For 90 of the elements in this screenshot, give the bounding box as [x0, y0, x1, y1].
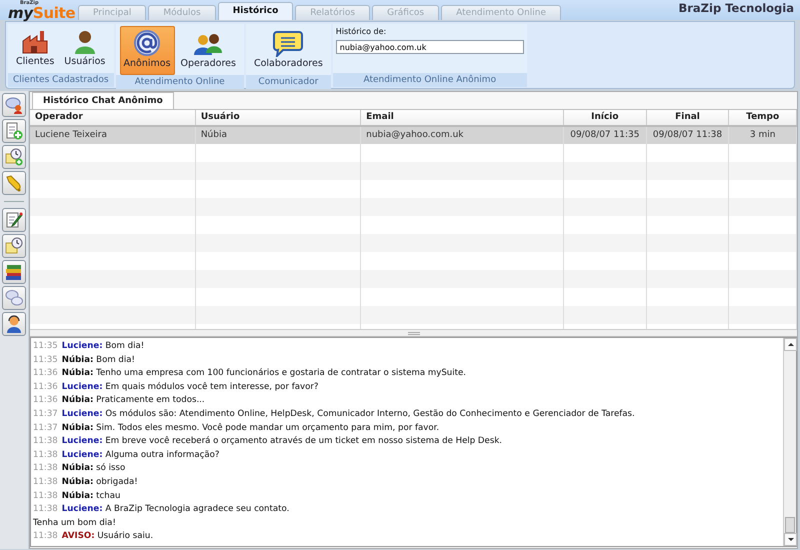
sender-name: Luciene: — [62, 436, 103, 446]
books-icon — [5, 263, 23, 281]
ribbon-button[interactable]: Colaboradores — [250, 26, 327, 76]
group-label: Clientes Cadastrados — [8, 73, 114, 88]
message-time: 11:35 — [33, 354, 58, 365]
table-cell: 09/08/07 11:35 — [564, 126, 646, 144]
sender-name: AVISO: — [62, 531, 95, 542]
chat-message-text: obrigada! — [95, 477, 138, 488]
message-time: 11:38 — [33, 463, 58, 474]
table-row[interactable]: Luciene Teixeira Núbia nubia@yahoo.com.uk 09/08/07 11:35 09/08/07 11:38 3 min — [30, 126, 796, 144]
sender-name: Luciene: — [62, 382, 103, 392]
people-icon — [193, 31, 224, 57]
chat-message-text: Praticamente em todos... — [95, 395, 205, 406]
sender-name: Núbia: — [62, 477, 94, 488]
scrollbar[interactable] — [783, 338, 796, 546]
group-label: Atendimento Online Anônimo — [332, 73, 527, 87]
splitter-handle[interactable] — [408, 332, 420, 335]
message-time: 11:36 — [33, 395, 58, 406]
column-header[interactable]: Final — [646, 110, 729, 126]
chat-message-text: só isso — [95, 463, 126, 474]
chat-message-text: Bom dia! — [104, 341, 144, 352]
ribbon-button[interactable]: Clientes — [12, 26, 58, 74]
content-tab[interactable]: Histórico Chat Anônimo — [32, 92, 174, 109]
table-cell: Núbia — [195, 126, 361, 144]
column-header[interactable]: Usuário — [195, 110, 361, 126]
logo-text: mySuite — [8, 6, 76, 20]
message-time: 11:36 — [33, 382, 58, 392]
column-header[interactable]: Operador — [30, 110, 196, 126]
message-time: 11:37 — [33, 422, 58, 433]
chat-message-text: A BraZip Tecnologia agradece seu contato. — [104, 504, 290, 514]
notepad-plus-icon — [5, 122, 23, 140]
ribbon-button[interactable]: Usuários — [60, 26, 110, 74]
sender-name: Núbia: — [62, 395, 94, 406]
table-cell: nubia@yahoo.com.uk — [360, 126, 564, 144]
field-label: Histórico de: — [336, 26, 388, 38]
sender-name: Núbia: — [62, 463, 94, 474]
company-name: BraZip Tecnologia — [678, 0, 795, 17]
message-time: 11:38 — [33, 450, 58, 460]
message-time: 11:37 — [33, 409, 58, 420]
message-time: 11:35 — [33, 341, 58, 352]
user-headset-icon — [5, 315, 23, 333]
chat-message-text: tchau — [95, 490, 120, 501]
notes-clock-plus-icon — [5, 148, 23, 166]
toolbar-button[interactable] — [2, 234, 26, 258]
message-time: 11:38 — [33, 490, 58, 501]
at-sign-icon — [133, 29, 162, 57]
ribbon-button[interactable]: Operadores — [176, 26, 240, 76]
toolbar-button[interactable] — [2, 145, 26, 169]
chat-message-text: Bom dia! — [95, 354, 135, 365]
message-time: 11:38 — [33, 504, 58, 514]
group-label: Atendimento Online — [116, 75, 244, 90]
sender-name: Luciene: — [62, 341, 103, 352]
ribbon-button[interactable]: Anônimos — [120, 26, 175, 76]
message-time: 11:38 — [33, 477, 58, 488]
message-time: 11:36 — [33, 368, 58, 378]
sender-name: Núbia: — [62, 490, 94, 501]
chat-user-icon — [5, 96, 23, 114]
message-time: 11:38 — [33, 436, 58, 446]
factory-icon — [20, 29, 50, 55]
notes-clock-icon — [5, 237, 23, 255]
column-header[interactable]: Tempo — [728, 110, 796, 126]
menu-tab[interactable]: Histórico — [218, 2, 294, 20]
column-header[interactable]: Início — [564, 110, 646, 126]
table-cell: 3 min — [728, 126, 796, 144]
chat-message-text: Sim. Todos eles mesmo. Você pode mandar um orçamento para mim, por favor. — [95, 422, 440, 433]
chat-bubbles-icon — [5, 289, 23, 307]
toolbar-button[interactable] — [2, 208, 26, 232]
group-label: Comunicador — [246, 75, 331, 90]
message-time: 11:38 — [33, 531, 58, 542]
search-field[interactable]: nubia@yahoo.com.uk — [336, 40, 524, 54]
sender-name: Luciene: — [62, 409, 103, 420]
chat-message-text: Usuário saiu. — [96, 531, 154, 542]
toolbar-button[interactable] — [2, 312, 26, 336]
sender-name: Núbia: — [62, 368, 94, 378]
chat-message-text: Em quais módulos você tem interesse, por favor? — [104, 382, 318, 392]
sender-name: Núbia: — [62, 354, 94, 365]
toolbar-button[interactable] — [2, 260, 26, 284]
table-cell: Luciene Teixeira — [30, 126, 196, 144]
sender-name: Luciene: — [62, 504, 103, 514]
chat-message-text: Tenha um bom dia! — [33, 516, 117, 530]
chat-message-text: Em breve você receberá o orçamento através de um ticket em nosso sistema de Help Desk. — [104, 436, 502, 446]
column-header[interactable]: Email — [360, 110, 564, 126]
table-cell: 09/08/07 11:38 — [646, 126, 729, 144]
chat-message-text: Tenho uma empresa com 100 funcionários e gostaria de contratar o sistema mySuite. — [95, 368, 466, 378]
sender-name: Luciene: — [62, 450, 103, 460]
notepad-pencil-icon — [5, 211, 23, 229]
chat-message-text: Alguma outra informação? — [104, 450, 220, 460]
sender-name: Núbia: — [62, 422, 94, 433]
chat-message-text: Os módulos são: Atendimento Online, HelpDesk, Comunicador Interno, Gestão do Conhecimento e Gerenciador de Tarefas. — [104, 409, 635, 420]
speech-bubble-icon — [273, 29, 304, 57]
